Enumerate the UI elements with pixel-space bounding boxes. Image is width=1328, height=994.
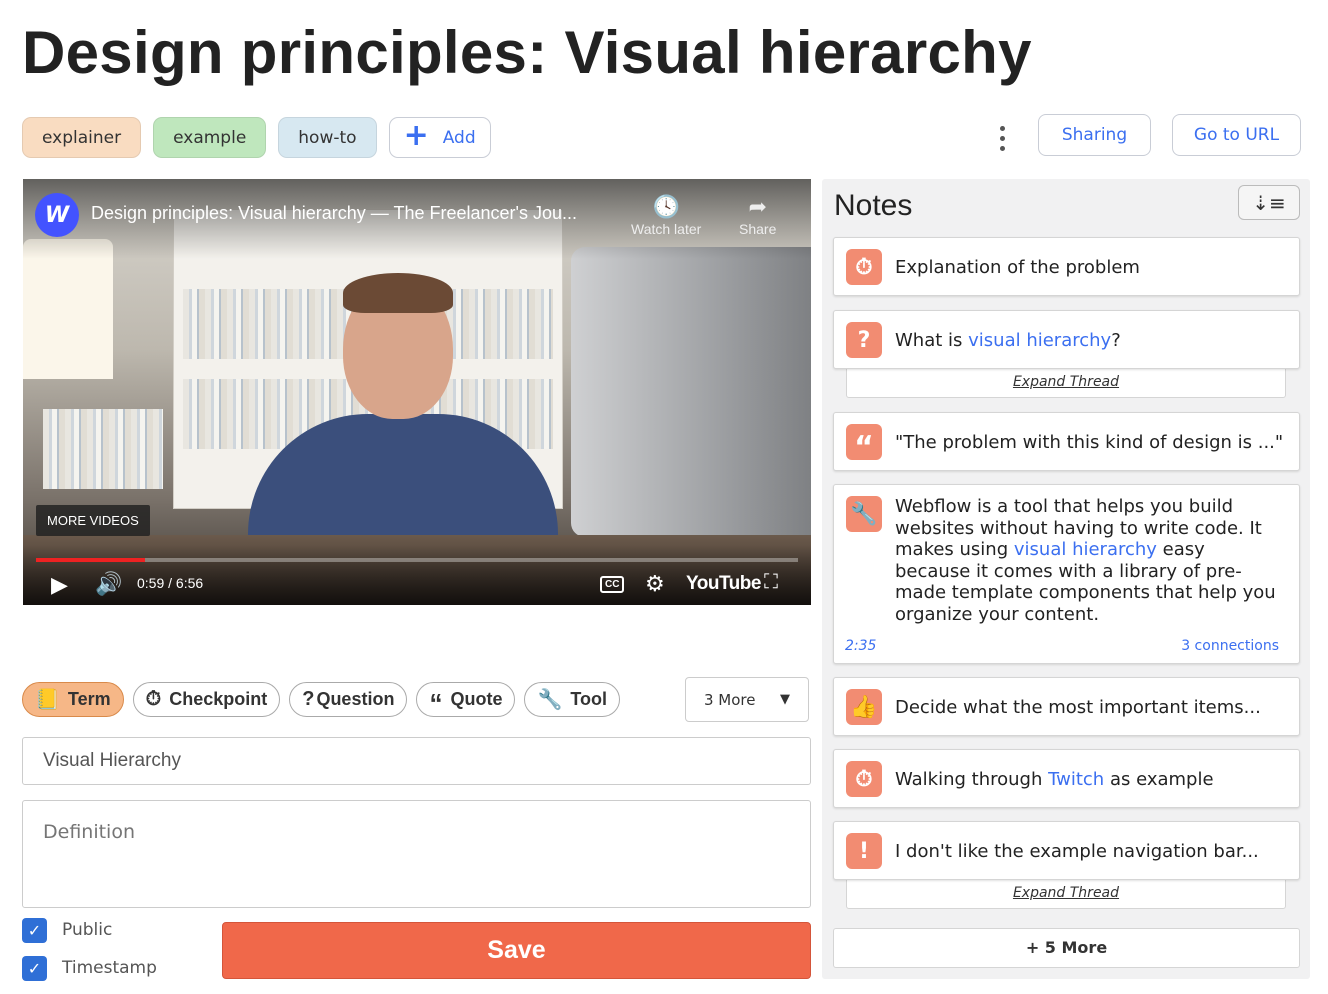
notes-panel: Notes ⇣≡ ⏱ Explanation of the problem ? … (822, 179, 1310, 979)
settings-gear-icon[interactable]: ⚙ (645, 571, 665, 597)
type-tool-button[interactable]: 🔧 Tool (524, 682, 621, 717)
sort-descending-icon: ⇣≡ (1252, 190, 1286, 215)
video-progress-fill (36, 558, 145, 562)
share-label: Share (739, 221, 777, 237)
wrench-icon: 🔧 (537, 689, 563, 711)
tag-how-to[interactable]: how-to (278, 117, 377, 158)
note-type-list: 📒 Term ⏱ Checkpoint ? Question “ Quote 🔧… (22, 682, 621, 718)
twitch-link[interactable]: Twitch (1048, 769, 1104, 790)
note-card[interactable]: ? What is visual hierarchy? (833, 310, 1300, 369)
page-title: Design principles: Visual hierarchy (22, 19, 1032, 86)
type-checkpoint-label: Checkpoint (169, 689, 268, 709)
tag-list: explainer example how-to + Add (22, 117, 491, 158)
public-checkbox[interactable]: ✓ (22, 918, 47, 943)
share-button[interactable]: ➦ Share (739, 193, 776, 237)
note-card[interactable]: ⏱ Walking through Twitch as example (833, 749, 1300, 808)
type-quote-button[interactable]: “ Quote (416, 682, 516, 718)
plus-icon: + (403, 118, 429, 153)
more-types-dropdown[interactable]: 3 More ▼ (685, 677, 809, 722)
question-icon: ? (302, 688, 315, 710)
connections-link[interactable]: 3 connections (1181, 638, 1279, 654)
visual-hierarchy-link[interactable]: visual hierarchy (968, 330, 1111, 351)
page: Design principles: Visual hierarchy expl… (0, 0, 1328, 994)
volume-icon[interactable]: 🔊 (95, 571, 122, 597)
public-label: Public (62, 920, 113, 940)
expand-thread-link[interactable]: Expand Thread (846, 369, 1286, 398)
type-term-button[interactable]: 📒 Term (22, 682, 124, 717)
video-time: 0:59 / 6:56 (137, 575, 204, 591)
definition-textarea[interactable] (22, 800, 811, 908)
watch-later-button[interactable]: 🕓 Watch later (631, 193, 701, 237)
quote-icon: “ (429, 687, 443, 718)
type-question-label: Question (316, 689, 395, 709)
thumbs-up-icon: 👍 (846, 689, 882, 725)
play-icon[interactable]: ▶ (51, 572, 68, 598)
note-text: What is visual hierarchy? (895, 330, 1121, 351)
check-icon: ✓ (27, 921, 42, 940)
video-progress-bar[interactable] (36, 558, 798, 562)
stopwatch-icon: ⏱ (846, 761, 882, 797)
type-term-label: Term (67, 689, 111, 709)
note-card[interactable]: “ "The problem with this kind of design … (833, 412, 1300, 471)
note-text: Explanation of the problem (895, 257, 1140, 278)
add-tag-label: Add (442, 127, 476, 148)
add-tag-button[interactable]: + Add (388, 117, 491, 158)
quote-icon: “ (846, 424, 882, 465)
type-checkpoint-button[interactable]: ⏱ Checkpoint (132, 682, 281, 717)
note-timestamp[interactable]: 2:35 (845, 638, 876, 654)
note-text: Webflow is a tool that helps you build w… (895, 496, 1276, 625)
note-text: Walking through Twitch as example (895, 769, 1214, 790)
note-text: Decide what the most important items... (895, 697, 1261, 718)
visual-hierarchy-link[interactable]: visual hierarchy (1014, 539, 1157, 560)
share-arrow-icon: ➦ (748, 194, 767, 219)
stopwatch-icon: ⏱ (145, 688, 162, 710)
watch-later-label: Watch later (631, 221, 702, 237)
chevron-down-icon: ▼ (780, 692, 790, 707)
channel-logo[interactable]: W (35, 193, 79, 237)
save-button[interactable]: Save (222, 922, 811, 979)
sort-button[interactable]: ⇣≡ (1238, 185, 1300, 220)
exclamation-icon: ! (846, 833, 882, 869)
notes-title: Notes (834, 189, 913, 222)
book-icon: 📒 (35, 689, 60, 711)
question-icon: ? (846, 322, 882, 358)
video-title[interactable]: Design principles: Visual hierarchy — Th… (91, 203, 577, 224)
more-types-label: 3 More (704, 690, 756, 709)
youtube-logo[interactable]: YouTube (686, 573, 761, 595)
wrench-icon: 🔧 (846, 496, 882, 532)
cc-icon[interactable]: CC (600, 576, 625, 593)
note-card[interactable]: ! I don't like the example navigation ba… (833, 821, 1300, 880)
video-player[interactable]: W Design principles: Visual hierarchy — … (23, 179, 811, 605)
stopwatch-icon: ⏱ (846, 249, 882, 285)
timestamp-checkbox[interactable]: ✓ (22, 956, 47, 981)
more-videos-button[interactable]: MORE VIDEOS (36, 505, 150, 536)
sharing-button[interactable]: Sharing (1038, 114, 1151, 156)
expand-thread-link[interactable]: Expand Thread (846, 880, 1286, 909)
tag-explainer[interactable]: explainer (22, 117, 142, 158)
type-tool-label: Tool (570, 689, 608, 709)
tag-example[interactable]: example (153, 117, 267, 158)
go-to-url-button[interactable]: Go to URL (1172, 114, 1301, 156)
type-question-button[interactable]: ? Question (289, 682, 408, 717)
note-card[interactable]: ⏱ Explanation of the problem (833, 237, 1300, 296)
note-card[interactable]: 👍 Decide what the most important items..… (833, 677, 1300, 736)
note-text: "The problem with this kind of design is… (895, 432, 1284, 453)
term-input[interactable] (22, 737, 811, 785)
kebab-menu-icon[interactable] (990, 120, 1014, 156)
note-card[interactable]: 🔧 Webflow is a tool that helps you build… (833, 484, 1300, 664)
type-quote-label: Quote (450, 689, 503, 709)
check-icon: ✓ (27, 959, 42, 978)
note-text: I don't like the example navigation bar.… (895, 841, 1259, 862)
fullscreen-icon[interactable]: ⛶ (764, 571, 778, 594)
more-notes-button[interactable]: + 5 More (833, 928, 1300, 968)
timestamp-label: Timestamp (62, 958, 157, 978)
clock-icon: 🕓 (652, 194, 680, 219)
